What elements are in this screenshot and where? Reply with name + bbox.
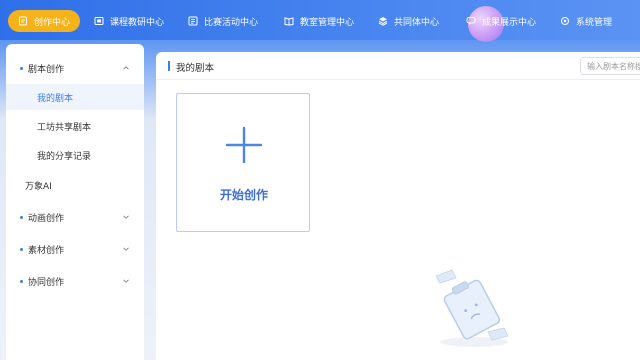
list-icon (188, 16, 198, 26)
start-creation-label: 开始创作 (219, 188, 268, 202)
chevron-down-icon (123, 215, 129, 219)
sidebar-item-material[interactable]: 素材创作 (6, 236, 144, 262)
sidebar-item-my-share-records[interactable]: 我的分享记录 (6, 142, 144, 168)
sidebar-item-label: 动画创作 (28, 213, 65, 224)
page-title: 我的剧本 (176, 63, 215, 74)
nav-item-label: 创作中心 (34, 17, 71, 28)
sidebar: 剧本创作 我的剧本 工坊共享剧本 我的分享记录 万象AI 动画创作 素材创作 协… (6, 44, 144, 360)
top-navigation: 创作中心 课程教研中心 比赛活动中心 教室管理中心 共同体中心 成果展示中心 系… (0, 0, 640, 42)
dot-icon (20, 247, 23, 251)
sidebar-item-label: 剧本创作 (28, 64, 65, 75)
title-accent-bar (168, 61, 170, 71)
sidebar-item-wanxiang-ai[interactable]: 万象AI (6, 172, 144, 198)
nav-item-label: 课程教研中心 (110, 17, 165, 28)
book-icon (284, 17, 294, 26)
sidebar-item-my-scripts[interactable]: 我的剧本 (6, 84, 144, 110)
sidebar-item-label: 素材创作 (28, 245, 65, 256)
sidebar-item-label: 协同创作 (28, 277, 65, 288)
sidebar-item-label: 万象AI (25, 181, 52, 192)
main-header: 我的剧本 (156, 52, 640, 80)
sidebar-item-script-creation[interactable]: 剧本创作 (6, 55, 144, 81)
sidebar-item-label: 我的剧本 (37, 93, 74, 104)
nav-item-classroom[interactable]: 教室管理中心 (284, 10, 354, 32)
nav-item-label: 比赛活动中心 (204, 17, 259, 28)
gear-icon (561, 17, 569, 25)
sidebar-item-label: 我的分享记录 (37, 151, 92, 162)
nav-item-community[interactable]: 共同体中心 (378, 10, 439, 32)
nav-item-label: 教室管理中心 (300, 17, 355, 28)
document-icon (19, 16, 27, 26)
nav-item-label: 系统管理 (576, 17, 613, 28)
nav-item-system[interactable]: 系统管理 (560, 10, 612, 32)
main-panel: 我的剧本 开始创作 (156, 52, 640, 360)
nav-item-showcase[interactable]: 成果展示中心 (466, 10, 536, 32)
dot-icon (20, 279, 23, 283)
nav-item-label: 成果展示中心 (482, 17, 537, 28)
empty-state-illustration (435, 269, 509, 347)
chevron-up-icon (123, 66, 129, 70)
nav-item-course-research[interactable]: 课程教研中心 (94, 10, 164, 32)
sidebar-item-animation[interactable]: 动画创作 (6, 204, 144, 230)
board-icon (94, 17, 104, 25)
chevron-down-icon (123, 247, 129, 251)
search-input[interactable] (580, 57, 640, 75)
layers-icon (378, 17, 388, 26)
dot-icon (20, 66, 23, 70)
dot-icon (20, 215, 23, 219)
sidebar-item-label: 工坊共享剧本 (37, 122, 92, 133)
nav-item-competition[interactable]: 比赛活动中心 (188, 10, 258, 32)
sidebar-item-collaborative[interactable]: 协同创作 (6, 268, 144, 294)
chat-icon (466, 17, 476, 25)
nav-item-creation-center[interactable]: 创作中心 (8, 10, 81, 32)
plus-icon (225, 126, 263, 164)
chevron-down-icon (123, 279, 129, 283)
nav-item-label: 共同体中心 (394, 17, 440, 28)
start-creation-card[interactable]: 开始创作 (176, 93, 310, 232)
sidebar-item-workshop-shared[interactable]: 工坊共享剧本 (6, 113, 144, 139)
